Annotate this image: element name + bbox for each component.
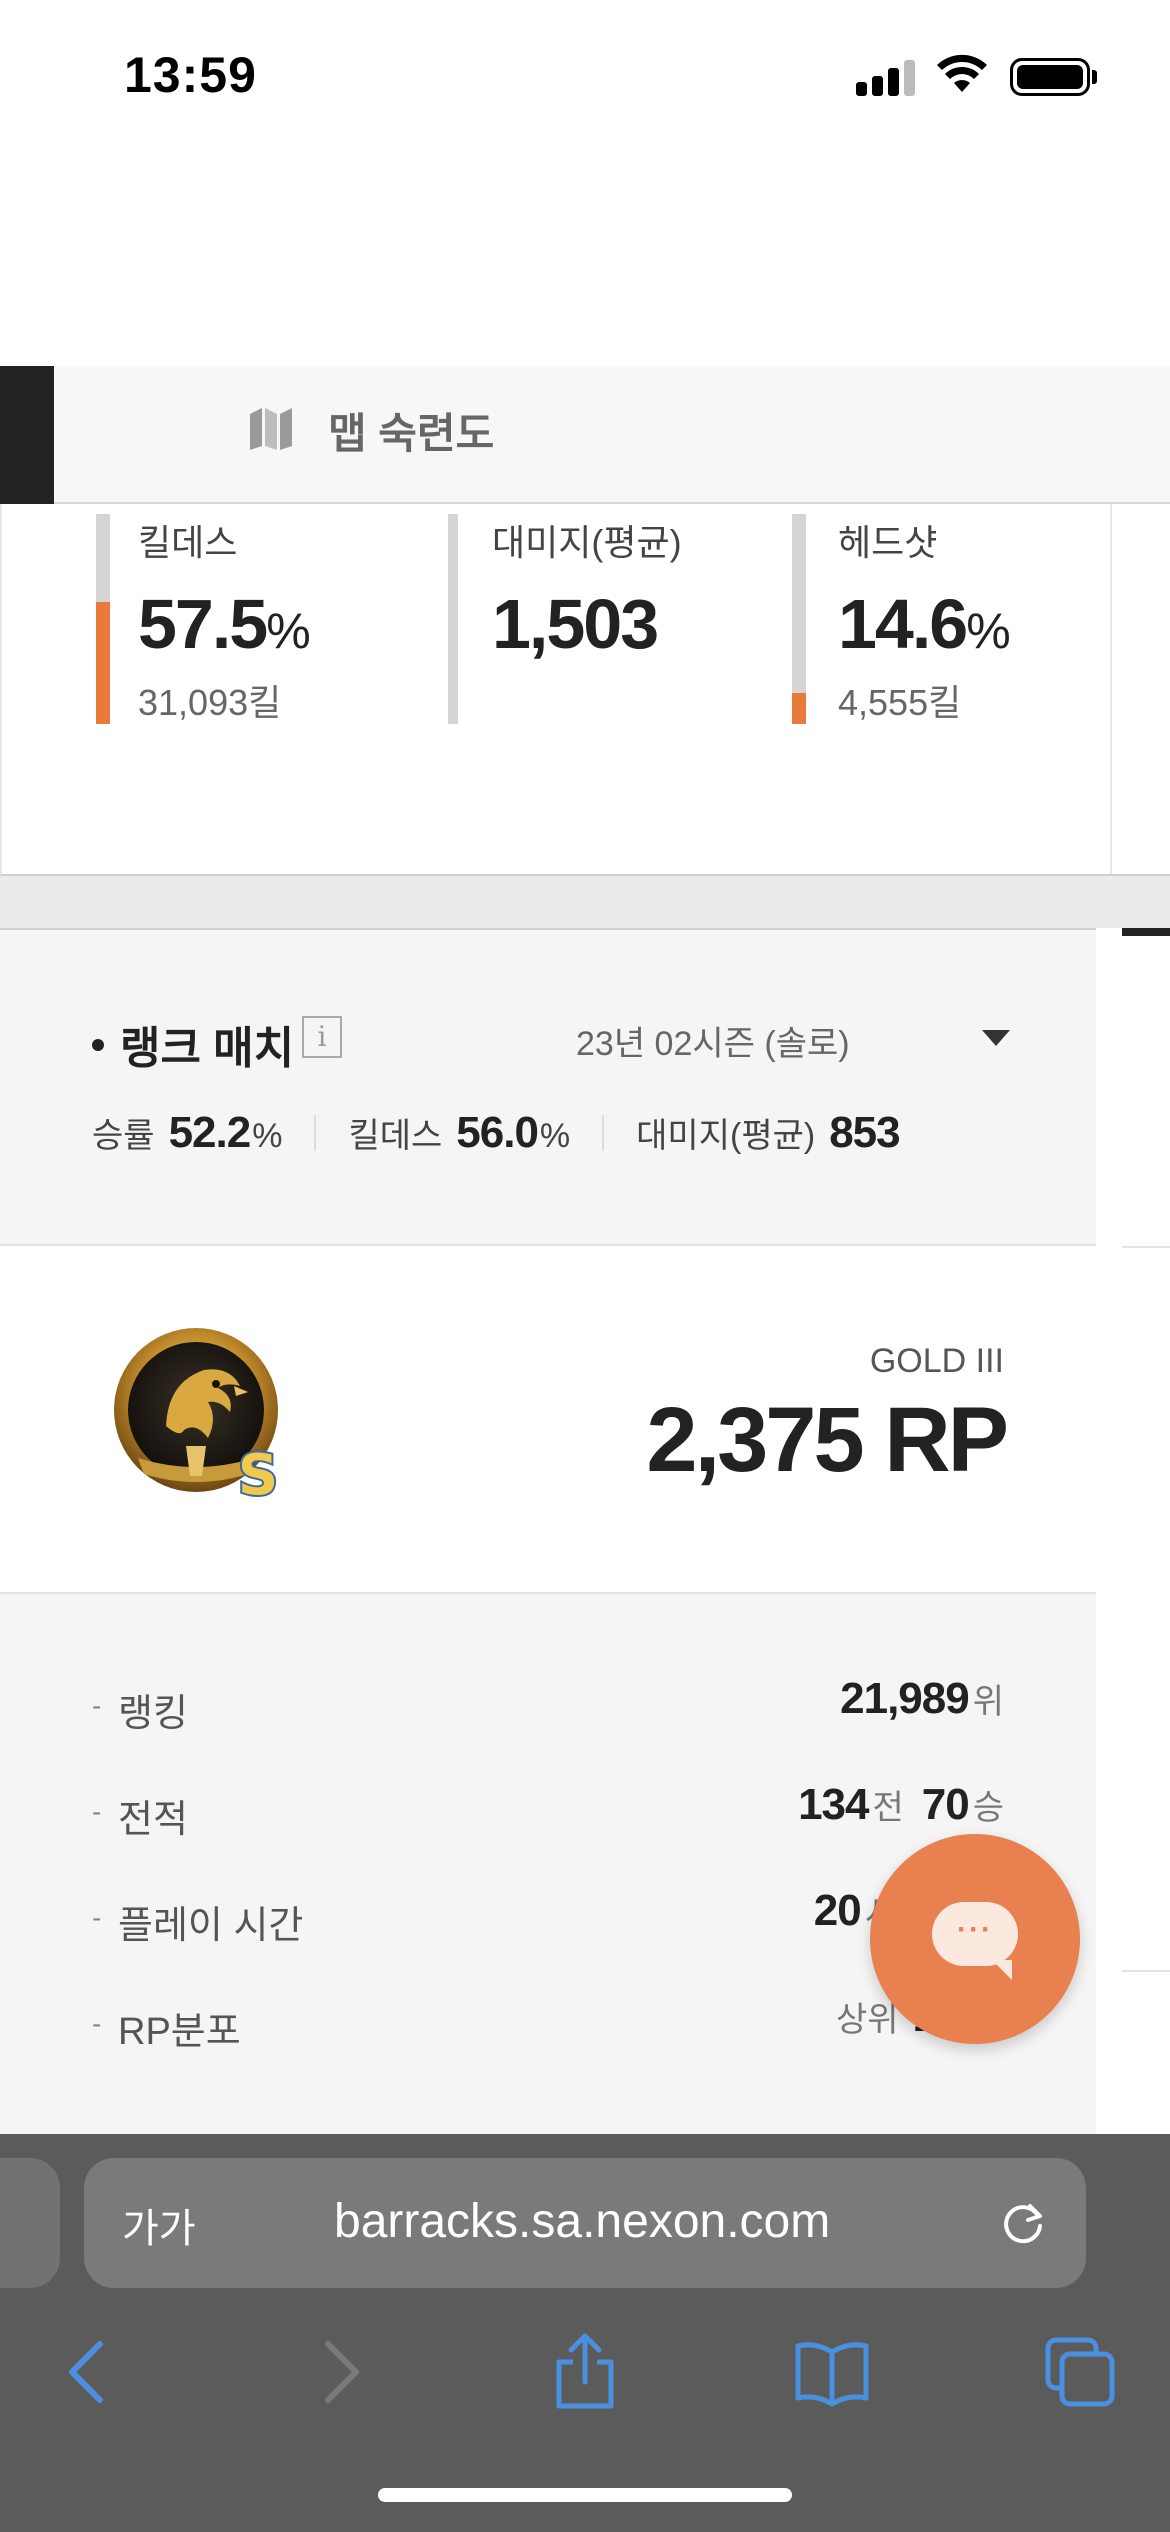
page-settings-button[interactable]: 가가 [122,2196,196,2254]
next-card-top-border [1122,928,1170,936]
bookmarks-icon[interactable] [792,2332,872,2412]
stat-sub: 31,093킬 [138,682,282,723]
stat-value: 14.6% [838,585,1011,663]
detail-row-record: - 전적 134 전 70 승 [0,1780,1096,1841]
previous-tab-peek[interactable] [0,2158,60,2288]
kill-death-bar-fill [96,602,110,724]
panel-divider [1110,504,1112,874]
record-value: 134 전 70 승 [798,1780,1004,1829]
winrate-label: 승률 [92,1117,155,1155]
damage-bar [448,514,458,724]
status-bar: 13:59 [0,0,1170,150]
browser-toolbar [0,2314,1170,2434]
bullet-dash: - [92,1690,102,1721]
next-card-divider [1122,1970,1170,1972]
chevron-down-icon[interactable] [982,1030,1010,1046]
damage-value: 853 [829,1108,900,1157]
home-indicator [378,2488,792,2502]
summary-separator [602,1115,605,1151]
stat-label: 헤드샷 [838,522,938,563]
rank-match-header: 랭크 매치 23년 02시즌 (솔로) 승률 52.2 % 킬데스 56.0 %… [0,930,1096,1246]
battery-icon [1010,58,1090,96]
damage-label: 대미지(평균) [636,1117,816,1155]
winrate-unit: % [252,1117,283,1155]
chat-button[interactable]: ··· [870,1834,1080,2044]
map-mastery-tab-bar: 맵 숙련도 [0,366,1170,504]
headshot-bar [792,514,806,724]
rank-match-title: 랭크 매치 [92,1012,294,1076]
svg-text:S: S [238,1443,278,1506]
summary-separator [314,1115,317,1151]
tier-rp: 2,375 RP [646,1389,1009,1491]
kd-label: 킬데스 [348,1117,443,1155]
map-mastery-tab[interactable]: 맵 숙련도 [328,400,494,461]
winrate-value: 52.2 [168,1108,252,1157]
headshot-bar-fill [792,692,806,724]
record-label: 전적 [118,1799,188,1841]
stat-value: 1,503 [492,585,659,663]
gold-eagle-emblem-icon: S [114,1328,280,1506]
stat-label: 킬데스 [138,522,238,563]
kd-value: 56.0 [456,1108,539,1157]
rank-summary: 승률 52.2 % 킬데스 56.0 % 대미지(평균) 853 [92,1108,901,1158]
cellular-signal-icon [856,58,916,96]
back-icon[interactable] [48,2332,128,2412]
bullet-dash: - [92,1796,102,1827]
bullet-dash: - [92,2008,102,2039]
reload-icon[interactable] [996,2196,1050,2250]
stats-panel: 킬데스 57.5% 31,093킬 대미지(평균) 1,503 헤드샷 14.6… [0,504,1170,876]
section-gap [0,876,1170,928]
info-icon[interactable] [302,1016,342,1058]
bullet-dash: - [92,1902,102,1933]
chat-bubble-icon: ··· [932,1902,1018,1980]
rp-distribution-label: RP분포 [118,2011,241,2053]
season-select[interactable]: 23년 02시즌 (솔로) [576,1016,850,1065]
stat-sub: 4,555킬 [838,682,962,723]
address-bar[interactable]: 가가 barracks.sa.nexon.com [84,2158,1086,2288]
map-icon [250,408,292,450]
previous-tab-edge[interactable] [0,366,54,504]
share-icon[interactable] [545,2332,625,2412]
next-card-peek[interactable] [1122,928,1170,2134]
ranking-value: 21,989 위 [840,1674,1004,1723]
stat-label: 대미지(평균) [492,522,682,563]
wifi-icon [937,54,987,92]
forward-icon[interactable] [300,2332,380,2412]
tabs-icon[interactable] [1040,2332,1120,2412]
status-time: 13:59 [124,47,257,103]
battery-tip [1092,70,1097,84]
next-card-divider [1122,1246,1170,1248]
tier-box: S GOLD III 2,375 RP [0,1246,1096,1594]
playtime-label: 플레이 시간 [118,1905,304,1947]
browser-chrome: 가가 barracks.sa.nexon.com [0,2134,1170,2532]
url-text[interactable]: barracks.sa.nexon.com [334,2194,830,2249]
tier-name: GOLD III [869,1342,1004,1380]
ranking-label: 랭킹 [118,1693,188,1735]
stat-value: 57.5% [138,585,311,663]
kd-unit: % [539,1117,571,1155]
kill-death-bar [96,514,110,724]
detail-row-ranking: - 랭킹 21,989 위 [0,1674,1096,1735]
